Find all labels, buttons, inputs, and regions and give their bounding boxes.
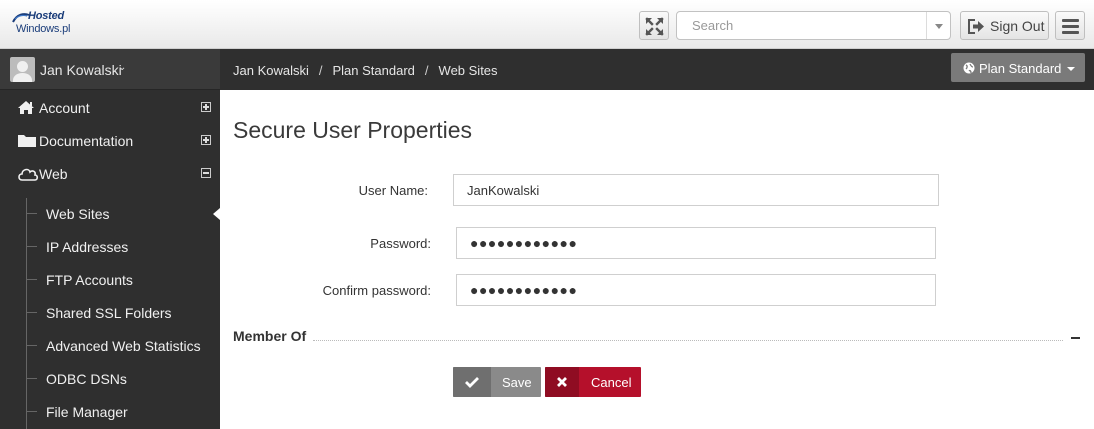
breadcrumb-item-plan[interactable]: Plan Standard: [333, 63, 415, 78]
hamburger-icon-line: [1062, 25, 1079, 28]
breadcrumb-item-user[interactable]: Jan Kowalski: [233, 63, 309, 78]
tree-tick: [27, 378, 37, 379]
tree-tick: [27, 213, 37, 214]
hamburger-icon: [1062, 19, 1079, 22]
hamburger-icon-line: [1062, 31, 1079, 34]
caret-down-icon: [1067, 67, 1075, 71]
sidebar-subitem-label: IP Addresses: [46, 239, 129, 255]
sidebar-subitem-label: ODBC DSNs: [46, 371, 127, 387]
home-icon: [18, 101, 34, 114]
password-field[interactable]: [456, 227, 936, 259]
sidebar-item-ftp-accounts[interactable]: FTP Accounts: [0, 263, 220, 296]
sidebar-item-label: Web: [39, 166, 68, 182]
search-input[interactable]: [677, 12, 925, 39]
search-box[interactable]: [676, 11, 951, 40]
sidebar-item-advanced-web-statistics[interactable]: Advanced Web Statistics: [0, 329, 220, 362]
sign-out-button[interactable]: Sign Out: [960, 11, 1049, 40]
sidebar-item-web[interactable]: Web: [0, 157, 220, 190]
user-menu[interactable]: Jan Kowalski ⌄: [0, 49, 220, 90]
main-menu-button[interactable]: [1055, 11, 1085, 40]
sidebar-subitem-label: File Manager: [46, 404, 128, 420]
sidebar-subitem-label: Advanced Web Statistics: [46, 338, 201, 354]
sidebar-item-ip-addresses[interactable]: IP Addresses: [0, 230, 220, 263]
breadcrumb-separator: /: [318, 63, 323, 78]
sidebar-subitem-label: Shared SSL Folders: [46, 305, 172, 321]
breadcrumb: Jan Kowalski / Plan Standard / Web Sites: [233, 63, 498, 78]
breadcrumb-separator: /: [424, 63, 429, 78]
save-label: Save: [502, 375, 532, 390]
sidebar-subitem-label: Web Sites: [46, 206, 110, 222]
confirm-password-label: Confirm password:: [322, 283, 431, 298]
section-title: Member Of: [233, 328, 311, 344]
cloud-icon: [18, 168, 39, 181]
password-input[interactable]: [457, 228, 935, 258]
sidebar: Jan Kowalski ⌄ Account Documentation Web…: [0, 49, 220, 429]
search-dropdown-toggle[interactable]: [926, 12, 950, 39]
page-title: Secure User Properties: [233, 117, 473, 143]
confirm-password-input[interactable]: [457, 275, 935, 305]
breadcrumb-bar: Jan Kowalski / Plan Standard / Web Sites Pla…: [220, 49, 1094, 90]
avatar: [10, 57, 35, 82]
sign-out-icon: [968, 19, 984, 34]
tree-tick: [27, 345, 37, 346]
member-of-section[interactable]: Member Of: [233, 328, 1083, 346]
chevron-down-icon: ⌄: [118, 62, 127, 73]
tree-tick: [27, 246, 37, 247]
confirm-password-field[interactable]: [456, 274, 936, 306]
tree-tick: [27, 279, 37, 280]
expand-icon[interactable]: [201, 135, 211, 145]
tree-tick: [27, 312, 37, 313]
globe-icon: [963, 62, 975, 74]
breadcrumb-item-current: Web Sites: [438, 63, 498, 78]
sidebar-item-account[interactable]: Account: [0, 91, 220, 124]
collapse-icon[interactable]: [201, 168, 211, 178]
cancel-label: Cancel: [591, 375, 632, 390]
logo-text-top: Hosted: [28, 10, 65, 22]
sidebar-item-web-sites[interactable]: Web Sites: [0, 197, 220, 230]
plan-selector-button[interactable]: Plan Standard: [951, 53, 1085, 82]
folder-icon: [18, 135, 36, 147]
sidebar-item-label: Account: [39, 100, 90, 116]
checkmark-icon-box: [453, 367, 491, 397]
sidebar-item-documentation[interactable]: Documentation: [0, 124, 220, 157]
username-field[interactable]: [453, 174, 939, 206]
fullscreen-button[interactable]: [639, 11, 669, 40]
sidebar-subitem-label: FTP Accounts: [46, 272, 133, 288]
password-label: Password:: [370, 236, 431, 251]
cancel-button[interactable]: Cancel: [545, 367, 641, 397]
save-button[interactable]: Save: [453, 367, 541, 397]
fullscreen-icon: [645, 17, 664, 36]
active-pointer-icon: [213, 208, 220, 220]
top-bar: Hosted Windows.pl Sign Out: [0, 0, 1094, 49]
close-icon-box: [545, 367, 579, 397]
close-icon: [557, 377, 567, 387]
sidebar-item-shared-ssl-folders[interactable]: Shared SSL Folders: [0, 296, 220, 329]
user-name: Jan Kowalski: [40, 62, 122, 78]
plan-selector-label: Plan Standard: [979, 61, 1062, 76]
checkmark-icon: [465, 377, 479, 388]
username-label: User Name:: [358, 183, 428, 198]
sidebar-item-file-manager[interactable]: File Manager: [0, 395, 220, 428]
sign-out-label: Sign Out: [990, 18, 1045, 34]
username-input[interactable]: [454, 175, 938, 205]
tree-tick: [27, 411, 37, 412]
logo-text-bottom: Windows.pl: [16, 23, 71, 35]
sidebar-item-label: Documentation: [39, 133, 134, 149]
sidebar-item-odbc-dsns[interactable]: ODBC DSNs: [0, 362, 220, 395]
minus-icon[interactable]: [1071, 337, 1080, 339]
expand-icon[interactable]: [201, 102, 211, 112]
section-divider: [313, 340, 1063, 341]
logo[interactable]: Hosted Windows.pl: [12, 10, 82, 38]
